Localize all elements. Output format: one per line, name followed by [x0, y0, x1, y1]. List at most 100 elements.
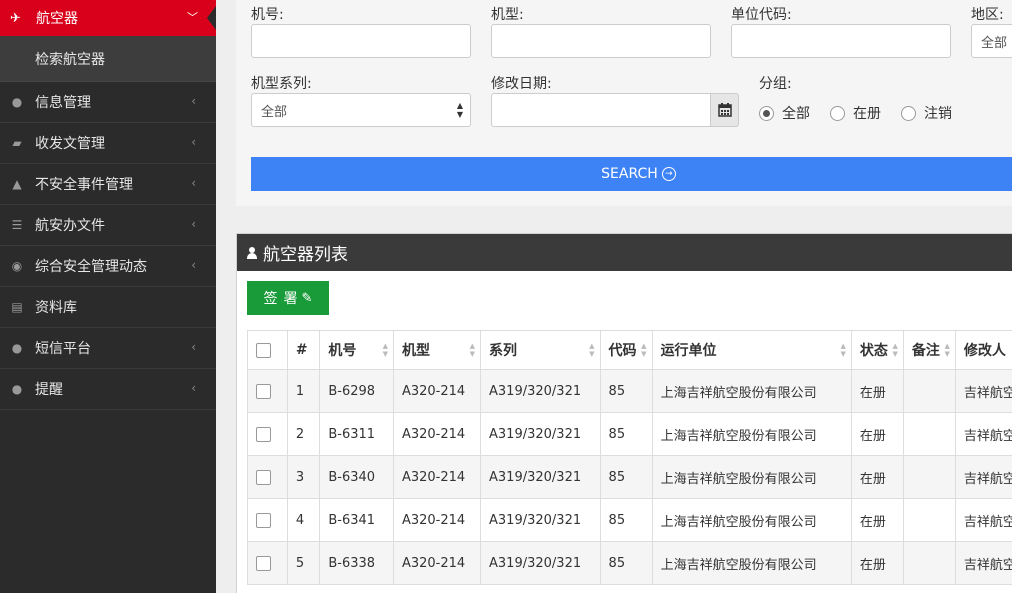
radio-circle[interactable]	[759, 105, 774, 121]
chevron-left-icon: ‹	[191, 258, 196, 272]
column-header-reg[interactable]: 机号 ▲ ▼	[319, 330, 394, 370]
row-select-cell	[247, 541, 288, 585]
cell-reg: B-6298	[319, 369, 394, 413]
column-header-modifier[interactable]: 修改人	[954, 330, 1012, 370]
row-checkbox[interactable]	[256, 383, 271, 399]
group-radio-registered[interactable]: 在册	[830, 103, 881, 123]
row-checkbox[interactable]	[256, 469, 271, 485]
map-marker-icon: ●	[11, 95, 23, 109]
nav-item-reminders[interactable]: ● 提醒 ‹	[0, 369, 216, 410]
chevron-left-icon: ‹	[191, 176, 196, 190]
select-all-checkbox[interactable]	[256, 342, 271, 358]
cell-modifier: 吉祥航空	[954, 455, 1012, 499]
series-select[interactable]: 全部 ▲ ▼	[251, 93, 471, 127]
row-select-cell	[247, 369, 288, 413]
cell-modifier: 吉祥航空	[954, 498, 1012, 542]
sign-button-label: 签署	[263, 290, 304, 306]
date-input[interactable]	[491, 93, 711, 127]
cell-code: 85	[599, 498, 653, 542]
cell-status: 在册	[850, 412, 904, 456]
chevron-down-icon: ﹀	[187, 11, 198, 24]
radio-circle[interactable]	[901, 105, 916, 121]
nav-item-documents[interactable]: ▰ 收发文管理 ‹	[0, 123, 216, 164]
reg-input[interactable]	[251, 24, 471, 58]
cell-code: 85	[599, 412, 653, 456]
cell-status: 在册	[850, 455, 904, 499]
chevron-left-icon: ‹	[191, 94, 196, 108]
table-header-row: # 机号 ▲ ▼ 机型 ▲ ▼ 系列 ▲ ▼ 代码 ▲ ▼ 运行单位 ▲ ▼ 状态 ▲ ▼ 备注 ▲ ▼ 修…	[247, 330, 1012, 370]
column-header-no[interactable]: #	[286, 330, 321, 370]
nav-item-sms[interactable]: ● 短信平台 ‹	[0, 328, 216, 369]
map-marker-icon: ●	[11, 341, 23, 355]
region-select[interactable]: 全部	[971, 24, 1012, 58]
nav-item-safety-news[interactable]: ◉ 综合安全管理动态 ‹	[0, 246, 216, 287]
user-icon	[247, 246, 257, 259]
column-header-model[interactable]: 机型 ▲ ▼	[392, 330, 482, 370]
cell-reg: B-6340	[319, 455, 394, 499]
row-select-cell	[247, 498, 288, 542]
cell-no: 4	[286, 498, 321, 542]
cell-series: A319/320/321	[480, 541, 601, 585]
cell-modifier: 吉祥航空	[954, 541, 1012, 585]
cell-series: A319/320/321	[480, 498, 601, 542]
nav-item-label: 资料库	[35, 300, 77, 316]
search-button[interactable]: SEARCH →	[251, 157, 1012, 191]
radio-label: 注销	[924, 106, 952, 122]
nav-item-incidents[interactable]: ▲ 不安全事件管理 ‹	[0, 164, 216, 205]
nav-subitem-search-aircraft[interactable]: 检索航空器	[0, 36, 216, 82]
column-header-series[interactable]: 系列 ▲ ▼	[480, 330, 601, 370]
cell-no: 1	[286, 369, 321, 413]
nav-item-library[interactable]: ▤ 资料库	[0, 287, 216, 328]
cell-no: 3	[286, 455, 321, 499]
list-icon: ☰	[11, 218, 23, 232]
nav-item-label: 收发文管理	[35, 136, 105, 152]
chevron-left-icon: ‹	[191, 381, 196, 395]
sign-button[interactable]: 签署 ✎	[247, 281, 329, 315]
group-label: 分组:	[759, 76, 792, 92]
cell-note	[902, 541, 956, 585]
sort-icon: ▲ ▼	[892, 342, 898, 358]
column-header-status[interactable]: 状态 ▲ ▼	[850, 330, 904, 370]
table-row[interactable]: 5 B-6338 A320-214 A319/320/321 85 上海吉祥航空…	[247, 541, 1012, 585]
table-row[interactable]: 2 B-6311 A320-214 A319/320/321 85 上海吉祥航空…	[247, 412, 1012, 456]
nav-subitem-label: 检索航空器	[35, 51, 105, 68]
chevron-left-icon: ‹	[191, 340, 196, 354]
date-picker	[491, 93, 739, 127]
row-checkbox[interactable]	[256, 426, 271, 442]
list-title: 航空器列表	[263, 245, 348, 265]
series-label: 机型系列:	[251, 76, 312, 92]
column-header-operator[interactable]: 运行单位 ▲ ▼	[651, 330, 852, 370]
row-checkbox[interactable]	[256, 555, 271, 571]
group-radio-cancelled[interactable]: 注销	[901, 103, 952, 123]
model-input[interactable]	[491, 24, 711, 58]
sort-icon: ▲ ▼	[944, 342, 950, 358]
nav-item-label: 航安办文件	[35, 218, 105, 234]
book-icon: ▤	[11, 300, 23, 314]
nav-item-safety-files[interactable]: ☰ 航安办文件 ‹	[0, 205, 216, 246]
calendar-button[interactable]	[710, 93, 739, 127]
column-header-code[interactable]: 代码 ▲ ▼	[599, 330, 653, 370]
table-row[interactable]: 1 B-6298 A320-214 A319/320/321 85 上海吉祥航空…	[247, 369, 1012, 413]
nav-item-label: 航空器	[36, 11, 78, 27]
cell-operator: 上海吉祥航空股份有限公司	[651, 498, 852, 542]
search-button-label: SEARCH	[601, 166, 658, 182]
table-row[interactable]: 3 B-6340 A320-214 A319/320/321 85 上海吉祥航空…	[247, 455, 1012, 499]
sort-icon: ▲ ▼	[589, 342, 595, 358]
warning-icon: ▲	[12, 177, 22, 191]
table-row[interactable]: 4 B-6341 A320-214 A319/320/321 85 上海吉祥航空…	[247, 498, 1012, 542]
sort-icon: ▲ ▼	[641, 342, 647, 358]
nav-item-info[interactable]: ● 信息管理 ‹	[0, 82, 216, 123]
radio-circle[interactable]	[830, 105, 845, 121]
edit-icon: ✎	[301, 290, 313, 305]
cell-note	[902, 369, 956, 413]
row-select-cell	[247, 455, 288, 499]
cell-reg: B-6338	[319, 541, 394, 585]
nav-item-aircraft[interactable]: ✈ 航空器 ﹀	[0, 0, 216, 36]
unit-code-input[interactable]	[731, 24, 951, 58]
cell-code: 85	[599, 541, 653, 585]
group-radio-all[interactable]: 全部	[759, 103, 810, 123]
column-header-note[interactable]: 备注 ▲ ▼	[902, 330, 956, 370]
row-checkbox[interactable]	[256, 512, 271, 528]
chevron-left-icon: ‹	[191, 217, 196, 231]
unit-code-label: 单位代码:	[731, 7, 792, 23]
